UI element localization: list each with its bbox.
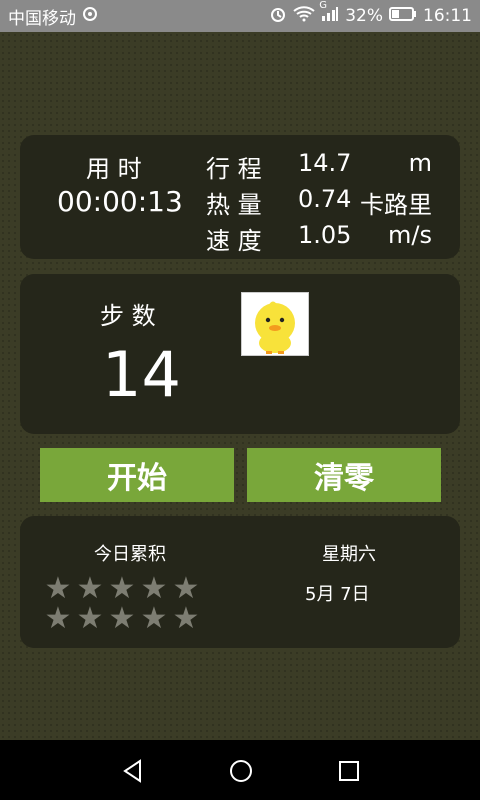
- speed-value: 1.05: [298, 221, 352, 249]
- speed-unit: m/s: [388, 221, 432, 249]
- distance-label: 行 程: [206, 155, 262, 183]
- home-icon[interactable]: [228, 758, 254, 788]
- date-label: 5月 7日: [305, 584, 370, 605]
- calories-value: 0.74: [298, 185, 352, 213]
- back-icon[interactable]: [120, 758, 146, 788]
- star-icon: ★: [172, 601, 200, 636]
- calories-label: 热 量: [206, 191, 262, 219]
- status-bar: 中国移动 G 32% 16:11: [0, 0, 480, 32]
- steps-value: 14: [102, 338, 181, 411]
- star-icon: ★: [108, 571, 136, 606]
- alarm-icon: [269, 5, 287, 28]
- distance-unit: m: [408, 149, 432, 177]
- star-icon: ★: [140, 601, 168, 636]
- steps-label: 步 数: [100, 302, 156, 330]
- app-content: 用 时 00:00:13 行 程 14.7 m 热 量 0.74 卡路里 速 度…: [0, 32, 480, 740]
- summary-card: 今日累积 星期六 5月 7日 ★ ★ ★ ★ ★ ★ ★ ★ ★ ★: [20, 516, 460, 648]
- distance-value: 14.7: [298, 149, 352, 177]
- star-icon: ★: [140, 571, 168, 606]
- sync-icon: [82, 6, 98, 27]
- speed-label: 速 度: [206, 227, 262, 255]
- star-icon: ★: [76, 601, 104, 636]
- steps-card: 步 数 14: [20, 274, 460, 434]
- clock: 16:11: [423, 6, 472, 26]
- time-value: 00:00:13: [57, 185, 183, 218]
- wifi-icon: [293, 5, 315, 27]
- recents-icon[interactable]: [336, 758, 362, 788]
- battery-icon: [389, 6, 417, 26]
- reset-button[interactable]: 清零: [247, 448, 441, 502]
- weekday-label: 星期六: [322, 544, 376, 565]
- start-button[interactable]: 开始: [40, 448, 234, 502]
- duck-avatar: [241, 292, 309, 356]
- star-icon: ★: [76, 571, 104, 606]
- today-total-label: 今日累积: [94, 544, 166, 565]
- star-icon: ★: [44, 601, 72, 636]
- carrier-label: 中国移动: [8, 8, 76, 29]
- network-type-label: G: [319, 0, 327, 11]
- time-label: 用 时: [86, 155, 142, 183]
- navigation-bar: [0, 740, 480, 800]
- metrics-card: 用 时 00:00:13 行 程 14.7 m 热 量 0.74 卡路里 速 度…: [20, 135, 460, 259]
- battery-percent: 32%: [345, 6, 383, 26]
- star-icon: ★: [44, 571, 72, 606]
- rating-stars: ★ ★ ★ ★ ★ ★ ★ ★ ★ ★: [42, 574, 202, 634]
- calories-unit: 卡路里: [360, 191, 432, 219]
- star-icon: ★: [172, 571, 200, 606]
- star-icon: ★: [108, 601, 136, 636]
- signal-icon: G: [319, 0, 339, 27]
